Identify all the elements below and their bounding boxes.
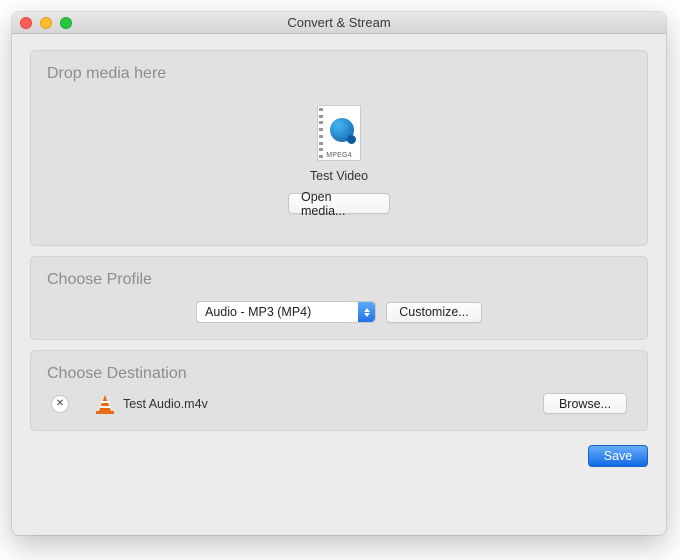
media-filename: Test Video: [310, 169, 368, 183]
window-controls: [20, 17, 72, 29]
close-window-button[interactable]: [20, 17, 32, 29]
quicktime-icon: [330, 118, 354, 142]
profile-select-value: Audio - MP3 (MP4): [205, 305, 311, 319]
browse-button[interactable]: Browse...: [543, 393, 627, 414]
content-area: Drop media here MPEG4 Test Video Open me…: [12, 34, 666, 535]
vlc-icon: [97, 395, 113, 413]
x-icon: ✕: [56, 398, 64, 409]
dropdown-arrows-icon: [358, 302, 375, 322]
save-button[interactable]: Save: [588, 445, 648, 467]
media-file-icon: MPEG4: [317, 105, 361, 161]
zoom-window-button[interactable]: [60, 17, 72, 29]
drop-media-panel[interactable]: Drop media here MPEG4 Test Video Open me…: [30, 50, 648, 246]
choose-destination-panel: Choose Destination ✕ Test Audio.m4v Brow…: [30, 350, 648, 431]
open-media-button[interactable]: Open media...: [288, 193, 390, 214]
choose-destination-title: Choose Destination: [47, 365, 631, 383]
profile-select[interactable]: Audio - MP3 (MP4): [196, 301, 376, 323]
destination-filename: Test Audio.m4v: [123, 397, 208, 411]
file-format-label: MPEG4: [318, 152, 360, 159]
minimize-window-button[interactable]: [40, 17, 52, 29]
customize-button[interactable]: Customize...: [386, 302, 482, 323]
drop-media-title: Drop media here: [47, 65, 166, 83]
window-title: Convert & Stream: [287, 15, 390, 30]
titlebar: Convert & Stream: [12, 12, 666, 34]
convert-stream-window: Convert & Stream Drop media here MPEG4 T…: [12, 12, 666, 535]
clear-destination-button[interactable]: ✕: [51, 395, 69, 413]
choose-profile-title: Choose Profile: [47, 271, 631, 289]
choose-profile-panel: Choose Profile Audio - MP3 (MP4) Customi…: [30, 256, 648, 340]
footer: Save: [30, 441, 648, 467]
